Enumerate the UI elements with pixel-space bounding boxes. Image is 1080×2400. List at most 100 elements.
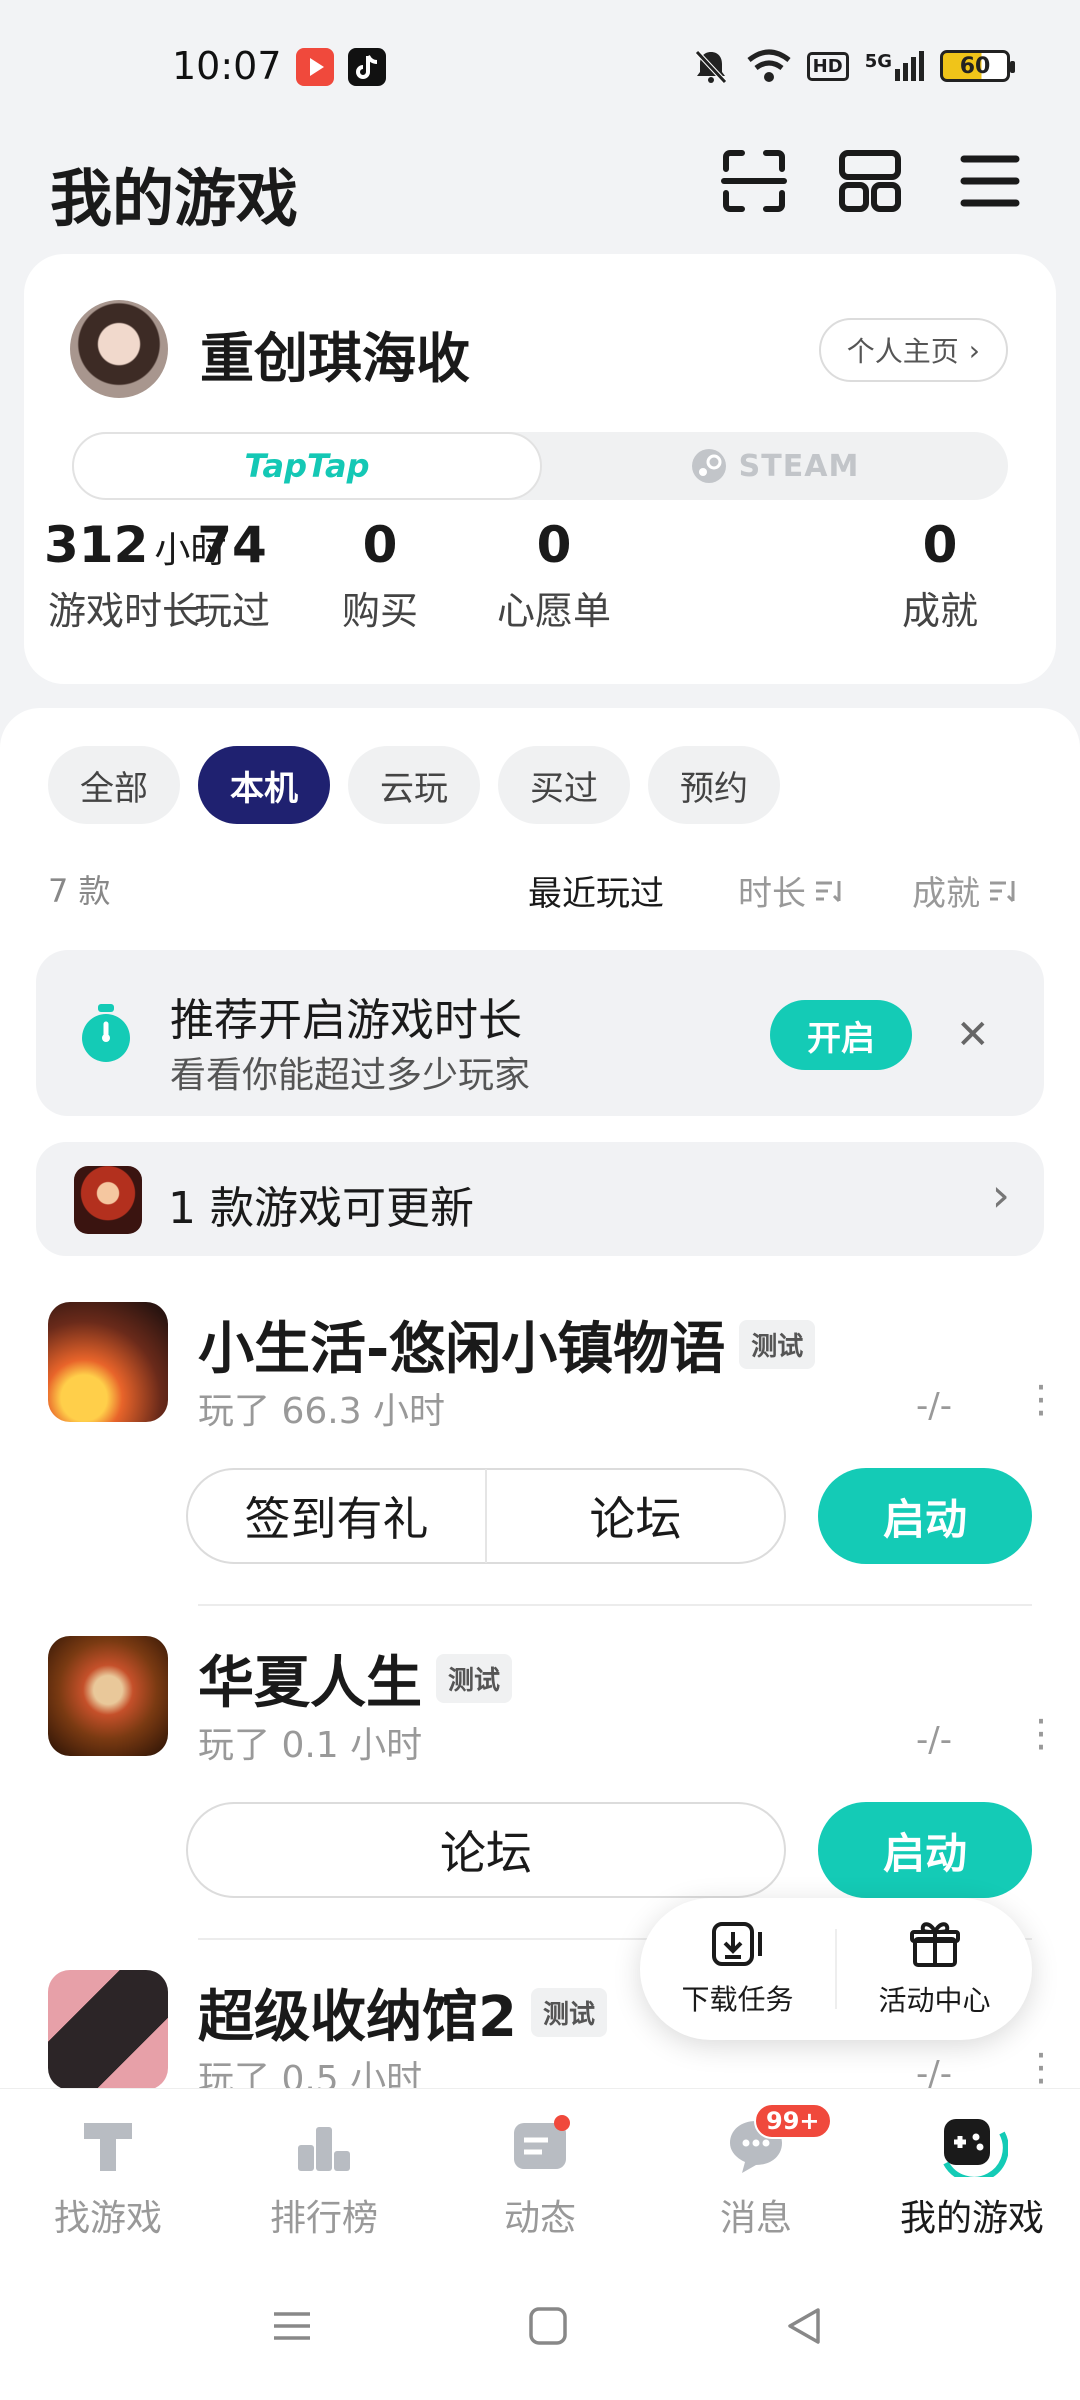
launch-button[interactable]: 启动: [818, 1802, 1032, 1898]
divider: [198, 1604, 1032, 1606]
forum-button[interactable]: 论坛: [188, 1817, 784, 1883]
game-item[interactable]: 小生活-悠闲小镇物语 测试 玩了 66.3 小时 -/- ⋮ 签到有礼 论坛 启…: [0, 1302, 1080, 1622]
game-achievement: -/-: [916, 1386, 952, 1426]
game-title[interactable]: 超级收纳馆2 测试: [198, 1972, 607, 2053]
platform-taptap-tab[interactable]: TapTap: [72, 432, 542, 500]
floating-menu: 下载任务 活动中心: [640, 1898, 1032, 2040]
home-icon[interactable]: [526, 2304, 570, 2348]
download-label: 下载任务: [681, 1983, 794, 2016]
taptap-label: TapTap: [244, 447, 370, 485]
messages-badge: 99+: [754, 2103, 832, 2139]
tip-title: 推荐开启游戏时长: [170, 995, 522, 1046]
stat-value: 74: [197, 516, 267, 574]
status-bar: 10:07 HD 5G 60: [0, 0, 1080, 130]
update-text: 1 款游戏可更新: [168, 1183, 474, 1234]
filter-chip-reserved[interactable]: 预约: [648, 746, 780, 824]
game-name: 华夏人生: [198, 1651, 422, 1716]
nav-find-games[interactable]: 找游戏: [0, 2113, 216, 2241]
filter-chip-local[interactable]: 本机: [198, 746, 330, 824]
stat-label: 心愿单: [496, 589, 611, 633]
filter-chip-bought[interactable]: 买过: [498, 746, 630, 824]
enable-playtime-button[interactable]: 开启: [770, 1000, 912, 1070]
game-title[interactable]: 华夏人生 测试: [198, 1638, 513, 1719]
stat-value: 0: [362, 516, 398, 574]
stat-played[interactable]: 74 玩过: [172, 516, 292, 635]
filter-chip-all[interactable]: 全部: [48, 746, 180, 824]
username: 重创琪海收: [200, 327, 470, 390]
close-icon[interactable]: ✕: [956, 1012, 990, 1058]
profile-card: 重创琪海收 个人主页 › TapTap STEAM 312 小时 游戏时长 74 …: [24, 254, 1056, 684]
game-count: 7 款: [48, 872, 111, 910]
stat-label: 玩过: [193, 589, 270, 633]
game-playtime: 玩了 0.5 小时: [198, 2059, 423, 2088]
test-badge: 测试: [436, 1654, 513, 1703]
profile-home-label: 个人主页: [846, 335, 959, 368]
more-vertical-icon[interactable]: ⋮: [1022, 1380, 1060, 1418]
game-achievement: -/-: [916, 1720, 952, 1760]
nav-messages[interactable]: 99+ 消息: [648, 2103, 864, 2241]
sort-icon: [990, 880, 1015, 902]
signal-icon: 5G: [865, 51, 924, 81]
stat-wishlist[interactable]: 0 心愿单: [474, 516, 634, 635]
download-tasks-button[interactable]: 下载任务: [640, 1920, 835, 2018]
game-name: 小生活-悠闲小镇物语: [198, 1317, 726, 1382]
hd-indicator: HD: [806, 51, 849, 81]
sort-recent[interactable]: 最近玩过: [528, 866, 664, 915]
stat-value: 0: [922, 516, 958, 574]
game-icon[interactable]: [48, 1636, 168, 1756]
scan-icon[interactable]: [718, 145, 790, 217]
more-vertical-icon[interactable]: ⋮: [1022, 1714, 1060, 1752]
profile-home-button[interactable]: 个人主页 ›: [818, 318, 1008, 382]
stat-purchased[interactable]: 0 购买: [300, 516, 460, 635]
platform-steam-tab[interactable]: STEAM: [542, 432, 1008, 500]
chevron-right-icon: ›: [991, 1168, 1010, 1222]
game-playtime: 玩了 0.1 小时: [198, 1725, 423, 1766]
steam-icon: [691, 449, 726, 483]
nav-label: 排行榜: [269, 2198, 378, 2239]
nav-my-games[interactable]: 我的游戏: [864, 2113, 1080, 2241]
sort-achievement[interactable]: 成就: [912, 866, 1018, 915]
sort-recent-label: 最近玩过: [528, 874, 664, 914]
stat-label: 成就: [901, 589, 978, 633]
forum-button[interactable]: 论坛: [487, 1483, 784, 1549]
wifi-icon: [747, 49, 791, 82]
gift-icon: [909, 1922, 960, 1967]
playtime-tip-banner: 推荐开启游戏时长 看看你能超过多少玩家 开启 ✕: [36, 950, 1044, 1116]
avatar[interactable]: [70, 300, 168, 398]
game-icon[interactable]: [48, 1302, 168, 1422]
nav-feed[interactable]: 动态: [432, 2113, 648, 2241]
launch-button[interactable]: 启动: [818, 1468, 1032, 1564]
activity-center-button[interactable]: 活动中心: [837, 1919, 1032, 2019]
recent-apps-icon[interactable]: [270, 2304, 314, 2348]
stat-value: 0: [536, 516, 572, 574]
checkin-reward-button[interactable]: 签到有礼: [188, 1483, 485, 1549]
network-type: 5G: [864, 51, 892, 72]
stat-achievements[interactable]: 0 成就: [880, 516, 1000, 635]
platform-switch: TapTap STEAM: [72, 432, 1008, 500]
sort-duration-label: 时长: [738, 874, 806, 914]
test-badge: 测试: [530, 1988, 607, 2037]
nav-rankings[interactable]: 排行榜: [216, 2113, 432, 2241]
stat-value: 312: [44, 516, 149, 574]
test-badge: 测试: [739, 1320, 816, 1369]
steam-label: STEAM: [738, 448, 860, 484]
bottom-navigation: 找游戏 排行榜 动态 99+ 消息 我的游戏: [0, 2088, 1080, 2268]
update-banner[interactable]: 1 款游戏可更新 ›: [36, 1142, 1044, 1256]
game-action-group: 论坛: [186, 1802, 786, 1898]
battery-icon: 60: [940, 50, 1015, 82]
more-vertical-icon[interactable]: ⋮: [1022, 2048, 1060, 2086]
layout-icon[interactable]: [834, 145, 906, 217]
filter-chip-cloud[interactable]: 云玩: [348, 746, 480, 824]
sort-duration[interactable]: 时长: [738, 866, 844, 915]
nav-label: 动态: [503, 2198, 576, 2239]
game-title[interactable]: 小生活-悠闲小镇物语 测试: [198, 1304, 816, 1385]
back-icon[interactable]: [782, 2304, 826, 2348]
chevron-right-icon: ›: [968, 333, 980, 367]
game-playtime: 玩了 66.3 小时: [198, 1391, 446, 1432]
game-achievement: -/-: [916, 2054, 952, 2088]
game-icon[interactable]: [48, 1970, 168, 2088]
tiktok-app-icon: [348, 48, 386, 86]
menu-icon[interactable]: [954, 145, 1026, 217]
video-app-icon: [296, 48, 334, 86]
game-list-panel: 全部 本机 云玩 买过 预约 7 款 最近玩过 时长 成就 推荐开启游戏时长 看…: [0, 708, 1080, 2088]
